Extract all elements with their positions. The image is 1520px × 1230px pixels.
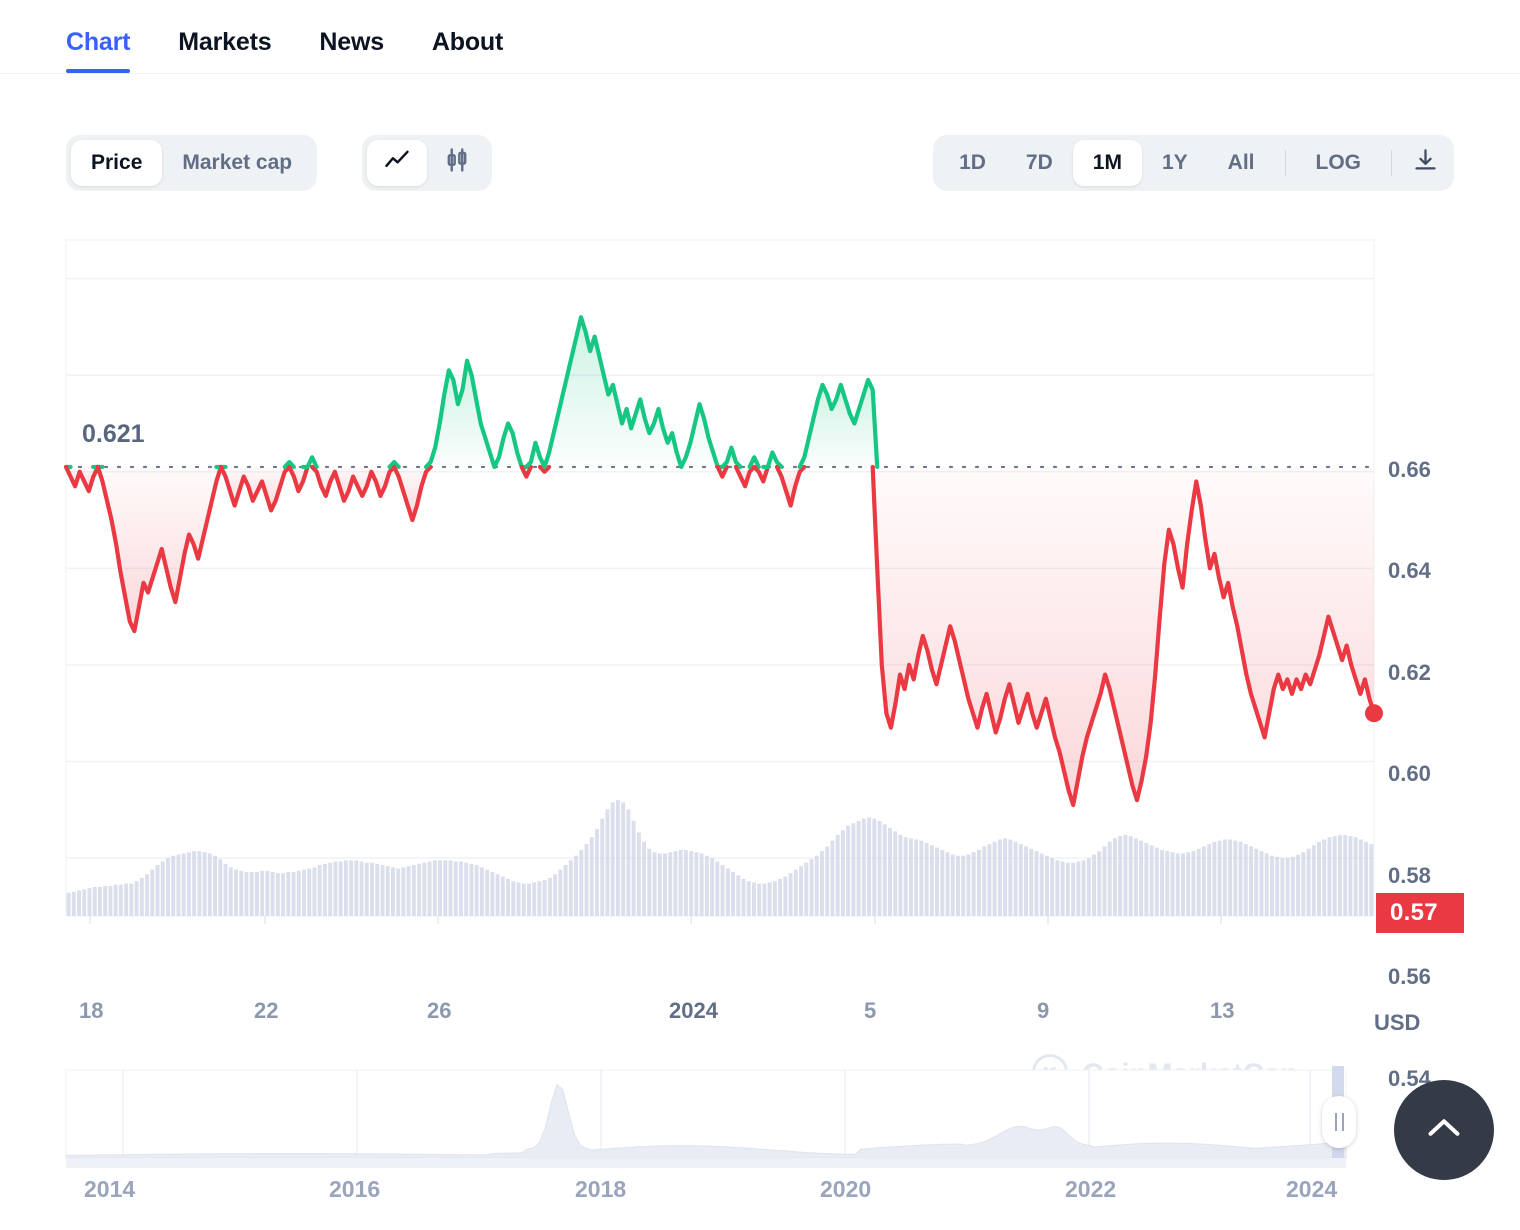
metric-market-cap-button[interactable]: Market cap	[162, 140, 312, 186]
nav-year-2016: 2016	[329, 1176, 381, 1202]
tab-about[interactable]: About	[408, 30, 527, 73]
x-tick-2024: 2024	[669, 998, 718, 1023]
nav-year-2014: 2014	[84, 1176, 136, 1202]
tab-about-label: About	[431, 28, 504, 56]
coin-chart-page: Chart Markets News About Price Market ca…	[0, 0, 1520, 1230]
y-tick-062: 0.62	[1388, 660, 1431, 685]
drag-handle-icon	[1341, 1113, 1344, 1131]
line-chart-icon	[383, 146, 411, 180]
reference-price-label: 0.621	[78, 418, 155, 451]
log-scale-button[interactable]: LOG	[1296, 140, 1382, 186]
tab-news-label: News	[319, 28, 384, 56]
nav-year-2024: 2024	[1286, 1176, 1338, 1202]
chevron-up-icon	[1421, 1105, 1467, 1156]
chart-toolbar: Price Market cap 1D 7D 1M 1Y All LOG	[0, 74, 1520, 191]
tab-chart[interactable]: Chart	[66, 30, 154, 73]
download-icon	[1412, 147, 1439, 179]
download-button[interactable]	[1402, 140, 1448, 186]
currency-label: USD	[1374, 1010, 1421, 1035]
price-chart[interactable]: 0.66 0.64 0.62 0.60 0.58 0.56 0.54 18 22…	[0, 190, 1520, 1091]
y-tick-058: 0.58	[1388, 863, 1431, 888]
range-1m-button[interactable]: 1M	[1072, 140, 1142, 186]
nav-year-2018: 2018	[575, 1176, 627, 1202]
x-tick-9: 9	[1037, 998, 1050, 1023]
navigator-year-axis: 2014 2016 2018 2020 2022 2024	[0, 1176, 1520, 1216]
y-tick-060: 0.60	[1388, 761, 1431, 786]
drag-handle-icon	[1334, 1113, 1337, 1131]
navigator-baseline	[66, 1158, 1346, 1168]
x-axis-tick-marks	[89, 916, 1222, 924]
candlestick-chart-icon	[443, 146, 471, 180]
range-navigator[interactable]	[0, 1062, 1520, 1172]
last-price-marker	[1365, 704, 1383, 723]
current-price-badge: 0.57	[1376, 893, 1464, 933]
toolbar-divider-2	[1391, 150, 1392, 176]
range-1d-button[interactable]: 1D	[939, 140, 1006, 186]
metric-toggle-group: Price Market cap	[66, 135, 318, 191]
range-all-button[interactable]: All	[1208, 140, 1275, 186]
y-tick-064: 0.64	[1388, 558, 1431, 583]
range-1y-button[interactable]: 1Y	[1142, 140, 1208, 186]
scroll-to-top-button[interactable]	[1394, 1080, 1494, 1180]
chart-kind-toggle-group	[362, 135, 492, 191]
metric-price-button[interactable]: Price	[71, 140, 163, 186]
range-7d-button[interactable]: 7D	[1006, 140, 1073, 186]
tab-news[interactable]: News	[295, 30, 408, 73]
y-tick-066: 0.66	[1388, 457, 1431, 482]
nav-year-2022: 2022	[1065, 1176, 1117, 1202]
toolbar-divider-1	[1284, 150, 1286, 176]
navigator-right-handle[interactable]	[1322, 1096, 1356, 1148]
x-tick-13: 13	[1210, 998, 1235, 1023]
x-tick-5: 5	[864, 998, 877, 1023]
line-chart-button[interactable]	[367, 140, 427, 186]
candlestick-chart-button[interactable]	[427, 140, 487, 186]
nav-year-2020: 2020	[820, 1176, 872, 1202]
main-tab-bar: Chart Markets News About	[0, 0, 1520, 74]
navigator-svg	[65, 1066, 1347, 1168]
x-tick-18: 18	[79, 998, 104, 1023]
range-toggle-group: 1D 7D 1M 1Y All LOG	[933, 135, 1454, 191]
y-tick-056: 0.56	[1388, 964, 1431, 989]
x-tick-26: 26	[427, 998, 452, 1023]
x-tick-22: 22	[254, 998, 279, 1023]
tab-chart-label: Chart	[66, 28, 131, 56]
price-chart-svg	[63, 239, 1383, 924]
tab-markets-label: Markets	[178, 28, 272, 56]
tab-markets[interactable]: Markets	[154, 30, 295, 73]
